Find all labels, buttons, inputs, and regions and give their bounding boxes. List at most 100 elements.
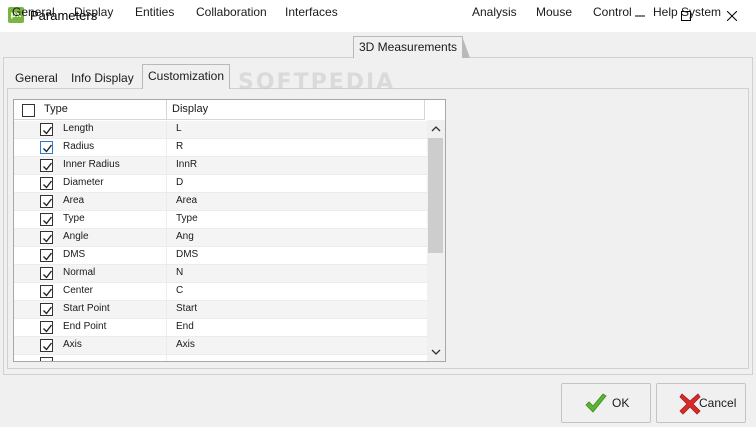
table-row[interactable]: Start Point Start [14,301,427,319]
cross-icon [679,393,701,415]
table-row[interactable]: Diameter D [14,175,427,193]
cell-type: Length [63,123,94,134]
cell-type: Normal [63,267,96,278]
minimize-icon [635,15,645,17]
vertical-scrollbar[interactable] [427,120,445,361]
row-checkbox[interactable] [40,285,53,298]
cell-display[interactable]: Axis [176,339,195,350]
cell-type: Angle [63,231,89,242]
tab-general[interactable]: General [12,2,55,22]
checkmark-icon [585,393,607,413]
cell-divider [166,139,167,157]
row-checkbox[interactable] [40,231,53,244]
cell-divider [166,229,167,247]
ok-button[interactable]: OK [561,383,651,423]
check-icon [43,252,53,261]
tab-interfaces[interactable]: Interfaces [285,2,338,22]
check-icon [43,270,53,279]
check-icon [43,198,53,207]
scrollbar-thumb[interactable] [428,138,443,253]
row-checkbox[interactable] [40,267,53,280]
column-header-type[interactable]: Type [44,103,68,115]
check-icon [43,324,53,333]
cell-display[interactable]: L [176,123,182,134]
cell-display[interactable]: Start [176,303,197,314]
table-row[interactable]: DMS DMS [14,247,427,265]
row-checkbox[interactable] [40,177,53,190]
cell-type: End Point [63,321,107,332]
close-icon [727,11,737,21]
column-divider[interactable] [424,100,425,120]
cell-type: Center [63,285,94,296]
row-checkbox[interactable] [40,357,53,361]
chevron-down-icon [431,349,441,355]
check-icon [43,288,53,297]
table-row[interactable] [14,355,427,361]
tab-help-system[interactable]: Help System [653,2,721,22]
table-row[interactable]: Center C [14,283,427,301]
title-bar: px Parameters [0,0,756,32]
cell-type: Diameter [63,177,104,188]
cell-divider [166,157,167,175]
cell-divider [166,247,167,265]
cell-divider [166,193,167,211]
tab-control[interactable]: Control [593,2,632,22]
table-row[interactable]: Normal N [14,265,427,283]
select-all-checkbox[interactable] [22,104,35,117]
table-row[interactable]: Radius R [14,139,427,157]
cell-divider [166,265,167,283]
cell-display[interactable]: Ang [176,231,194,242]
cell-display[interactable]: InnR [176,159,197,170]
cell-type: Inner Radius [63,159,120,170]
row-checkbox[interactable] [40,159,53,172]
tab-entities[interactable]: Entities [135,2,174,22]
cell-display[interactable]: Area [176,195,197,206]
row-checkbox[interactable] [40,195,53,208]
table-row[interactable]: End Point End [14,319,427,337]
cell-display[interactable]: R [176,141,183,152]
tab-mouse[interactable]: Mouse [536,2,572,22]
column-header-display[interactable]: Display [172,103,208,115]
subtab-general[interactable]: General [15,69,58,89]
cell-display[interactable]: Type [176,213,198,224]
table-row[interactable]: Angle Ang [14,229,427,247]
check-icon [50,360,52,361]
chevron-up-icon [431,126,441,132]
cell-divider [166,121,167,139]
cancel-button-label: Cancel [699,396,737,410]
check-icon [43,234,53,243]
tab-analysis[interactable]: Analysis [472,2,517,22]
subtab-info-display[interactable]: Info Display [71,69,134,89]
tab-display[interactable]: Display [74,2,113,22]
tab-3d-measurements[interactable]: 3D Measurements [353,36,471,58]
cell-display[interactable]: DMS [176,249,198,260]
cell-divider [166,301,167,319]
table-row[interactable]: Inner Radius InnR [14,157,427,175]
row-checkbox[interactable] [40,249,53,262]
tab-collaboration[interactable]: Collaboration [196,2,267,22]
cell-divider [166,319,167,337]
scroll-up-button[interactable] [427,120,445,138]
cell-display[interactable]: End [176,321,194,332]
row-checkbox[interactable] [40,303,53,316]
table-row[interactable]: Axis Axis [14,337,427,355]
cell-display[interactable]: C [176,285,183,296]
subtab-customization[interactable]: Customization [142,64,231,89]
row-checkbox[interactable] [40,141,53,154]
check-icon [43,180,53,189]
table-row[interactable]: Length L [14,121,427,139]
row-checkbox[interactable] [40,213,53,226]
row-checkbox[interactable] [40,123,53,136]
cell-divider [166,355,167,361]
grid-body: Length L Radius R Inner Radius InnR Diameter D A… [14,121,427,361]
scroll-down-button[interactable] [427,343,445,361]
cancel-button[interactable]: Cancel [656,383,746,423]
column-divider[interactable] [166,100,167,120]
table-row[interactable]: Type Type [14,211,427,229]
table-row[interactable]: Area Area [14,193,427,211]
row-checkbox[interactable] [40,339,53,352]
check-icon [43,342,53,351]
cell-display[interactable]: D [176,177,183,188]
cell-display[interactable]: N [176,267,183,278]
row-checkbox[interactable] [40,321,53,334]
